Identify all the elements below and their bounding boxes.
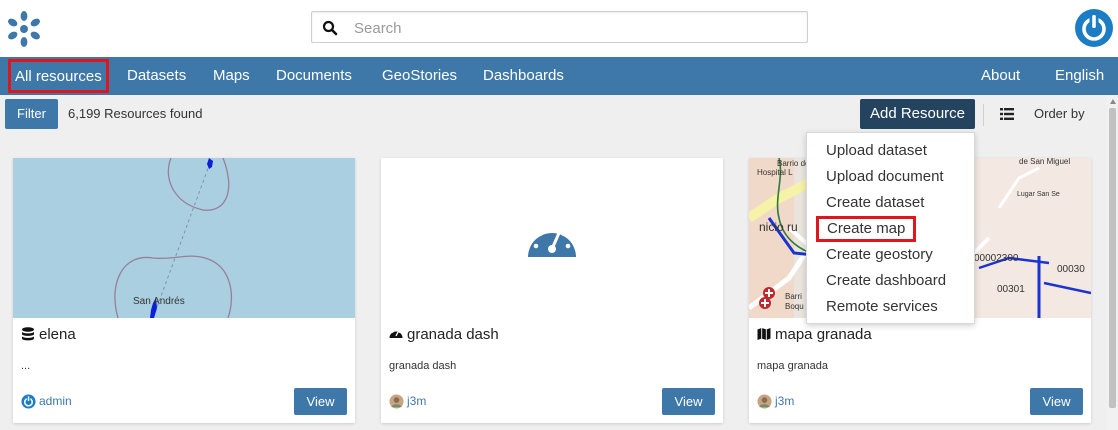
nav-all-resources[interactable]: All resources	[8, 59, 109, 93]
filter-button[interactable]: Filter	[5, 99, 58, 129]
user-avatar	[389, 394, 404, 409]
menu-item-upload-document[interactable]: Upload document	[826, 164, 944, 190]
resource-card[interactable]: San Andrés elena ... admin View	[13, 158, 355, 423]
menu-item-create-dataset[interactable]: Create dataset	[826, 190, 924, 216]
card-title[interactable]: granada dash	[389, 326, 499, 343]
nav-datasets[interactable]: Datasets	[127, 57, 186, 95]
view-button[interactable]: View	[662, 388, 715, 415]
add-resource-menu: Upload dataset Upload document Create da…	[806, 132, 975, 324]
geonode-logo-icon[interactable]	[4, 9, 44, 49]
card-thumbnail[interactable]: San Andrés	[13, 158, 355, 318]
nav-geostories[interactable]: GeoStories	[382, 57, 457, 95]
top-bar	[0, 0, 1118, 57]
map-place-label: Boqu	[785, 302, 804, 311]
resource-count: 6,199 Resources found	[68, 106, 203, 121]
menu-item-create-map[interactable]: Create map	[816, 216, 917, 242]
nav-documents[interactable]: Documents	[276, 57, 352, 95]
order-by-button[interactable]: Order by	[1034, 99, 1085, 129]
view-button[interactable]: View	[1030, 388, 1083, 415]
dashboard-thumbnail	[381, 158, 723, 318]
add-resource-button[interactable]: Add Resource	[860, 99, 975, 129]
search-input[interactable]	[352, 16, 796, 40]
resource-card[interactable]: granada dash granada dash j3m View	[381, 158, 723, 423]
card-description: mapa granada	[757, 360, 828, 372]
card-thumbnail[interactable]	[381, 158, 723, 318]
card-description: granada dash	[389, 360, 457, 372]
map-place-label: 00301	[997, 284, 1025, 295]
scrollbar-thumb[interactable]	[1109, 108, 1116, 408]
dashboard-icon	[389, 329, 403, 338]
nav-language[interactable]: English	[1055, 57, 1104, 95]
card-owner[interactable]: j3m	[757, 394, 794, 409]
card-title[interactable]: elena	[21, 326, 76, 343]
nav-about[interactable]: About	[981, 57, 1020, 95]
card-title-text: mapa granada	[775, 326, 872, 343]
user-avatar	[757, 394, 772, 409]
power-avatar-icon	[21, 394, 36, 409]
owner-name[interactable]: j3m	[407, 394, 426, 408]
menu-item-remote-services[interactable]: Remote services	[826, 294, 938, 320]
map-place-label: 00030	[1057, 264, 1085, 275]
map-place-label: 00002300	[974, 253, 1019, 264]
map-icon	[757, 328, 771, 340]
search-icon	[322, 20, 338, 36]
card-description: ...	[21, 360, 31, 372]
page-scrollbar[interactable]	[1107, 96, 1118, 430]
nav-maps[interactable]: Maps	[213, 57, 250, 95]
owner-name[interactable]: j3m	[775, 394, 794, 408]
owner-name[interactable]: admin	[39, 394, 72, 408]
map-place-label: Hospital L	[757, 168, 793, 177]
menu-item-create-geostory[interactable]: Create geostory	[826, 242, 933, 268]
list-view-icon[interactable]	[1000, 108, 1014, 120]
map-place-label: San Andrés	[133, 296, 185, 307]
card-title-text: granada dash	[407, 326, 499, 343]
sea-map-thumbnail: San Andrés	[13, 158, 355, 318]
toolbar-divider	[983, 104, 984, 126]
map-place-label: nicio ru	[759, 220, 798, 234]
card-owner[interactable]: admin	[21, 394, 72, 409]
database-icon	[22, 327, 34, 341]
card-owner[interactable]: j3m	[389, 394, 426, 409]
map-place-label: de San Miguel	[1019, 158, 1070, 166]
card-title[interactable]: mapa granada	[757, 326, 872, 343]
view-button[interactable]: View	[294, 388, 347, 415]
map-place-label: Lugar San Se	[1017, 191, 1060, 198]
search-box[interactable]	[311, 11, 808, 43]
menu-item-create-dashboard[interactable]: Create dashboard	[826, 268, 946, 294]
scroll-up-arrow-icon[interactable]	[1110, 99, 1116, 104]
menu-item-upload-dataset[interactable]: Upload dataset	[826, 138, 927, 164]
map-place-label: Barri	[785, 292, 802, 301]
card-title-text: elena	[39, 326, 76, 343]
power-user-icon[interactable]	[1074, 8, 1114, 48]
main-nav: All resources Datasets Maps Documents Ge…	[0, 57, 1118, 95]
nav-dashboards[interactable]: Dashboards	[483, 57, 564, 95]
